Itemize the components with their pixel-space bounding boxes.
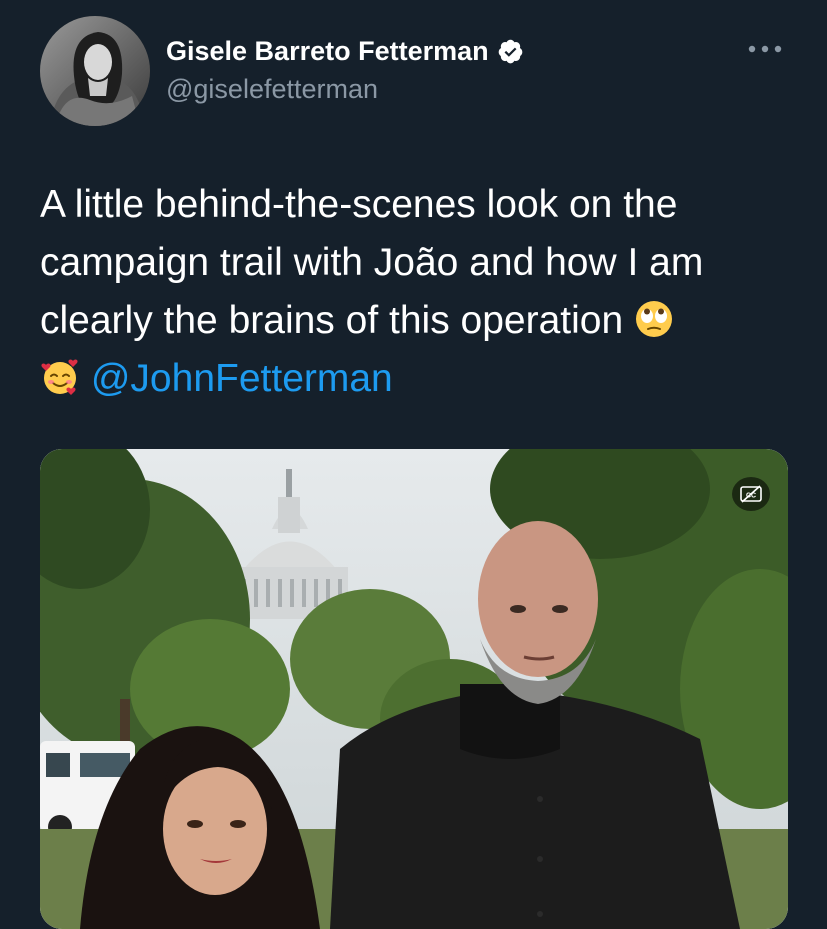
more-options-button[interactable] bbox=[740, 34, 790, 64]
tweet-text-segment: clearly the brains of this operation bbox=[40, 299, 624, 342]
video-player[interactable]: CC bbox=[40, 449, 788, 929]
closed-captions-button[interactable]: CC bbox=[732, 477, 770, 511]
author-handle[interactable]: @giselefetterman bbox=[166, 74, 378, 105]
author-avatar[interactable] bbox=[40, 16, 150, 126]
tweet: Gisele Barreto Fetterman @giselefetterma… bbox=[0, 0, 827, 929]
tweet-text-line: A little behind-the-scenes look on the bbox=[40, 183, 678, 226]
tweet-text: A little behind-the-scenes look on the c… bbox=[40, 176, 800, 408]
face-with-rolling-eyes-icon bbox=[634, 298, 674, 338]
mention-link[interactable]: @JohnFetterman bbox=[91, 357, 393, 400]
author-name-row: Gisele Barreto Fetterman bbox=[166, 31, 524, 71]
more-options-icon bbox=[748, 45, 782, 53]
video-frame bbox=[40, 449, 788, 929]
author-display-name[interactable]: Gisele Barreto Fetterman bbox=[166, 36, 489, 67]
closed-captions-off-icon: CC bbox=[740, 485, 762, 503]
smiling-face-with-hearts-icon bbox=[40, 356, 80, 396]
tweet-text-line: @JohnFetterman bbox=[40, 350, 800, 408]
verified-badge-icon bbox=[497, 38, 524, 65]
profile-photo-icon bbox=[40, 16, 150, 126]
tweet-text-line: campaign trail with João and how I am bbox=[40, 241, 704, 284]
tweet-text-line: clearly the brains of this operation bbox=[40, 292, 800, 350]
